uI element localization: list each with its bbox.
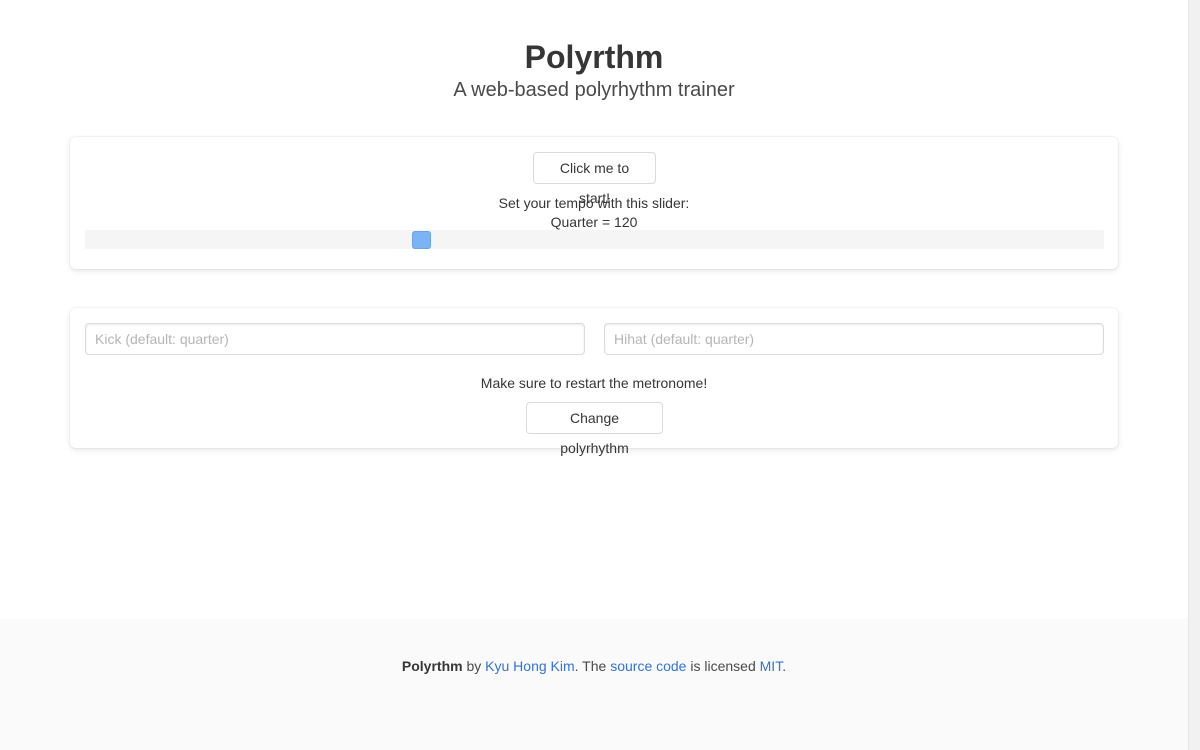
tempo-readout: Quarter = 120 — [550, 214, 638, 230]
footer: Polyrthm by Kyu Hong Kim. The source cod… — [0, 619, 1188, 750]
footer-mid-text: . The — [574, 658, 611, 674]
change-polyrhythm-button[interactable]: Change polyrhythm — [526, 402, 663, 456]
source-code-link[interactable]: source code — [610, 658, 686, 674]
tempo-slider[interactable] — [85, 230, 1104, 249]
page: Polyrthm A web-based polyrhythm trainer … — [0, 0, 1188, 750]
tempo-panel: Click me to start! Set your tempo with t… — [70, 137, 1118, 269]
start-button[interactable]: Click me to start! — [533, 152, 656, 206]
page-title: Polyrthm — [524, 39, 664, 75]
author-link[interactable]: Kyu Hong Kim — [485, 658, 574, 674]
hero-section: Polyrthm A web-based polyrhythm trainer — [0, 0, 1188, 103]
slider-instruction: Set your tempo with this slider: — [498, 195, 690, 211]
vertical-scrollbar[interactable] — [1188, 0, 1200, 750]
polyrhythm-panel: Make sure to restart the metronome! Chan… — [70, 308, 1118, 456]
footer-licensed-text: is licensed — [686, 658, 760, 674]
hihat-input[interactable] — [604, 323, 1104, 355]
kick-input[interactable] — [85, 323, 585, 355]
footer-by-text: by — [462, 658, 486, 674]
footer-end-text: . — [782, 658, 787, 674]
page-subtitle: A web-based polyrhythm trainer — [453, 79, 735, 101]
license-link[interactable]: MIT — [760, 658, 783, 674]
footer-credits: Polyrthm by Kyu Hong Kim. The source cod… — [0, 657, 1188, 675]
restart-note: Make sure to restart the metronome! — [480, 375, 708, 391]
tempo-slider-thumb[interactable] — [412, 231, 431, 249]
footer-app-name: Polyrthm — [401, 658, 463, 674]
